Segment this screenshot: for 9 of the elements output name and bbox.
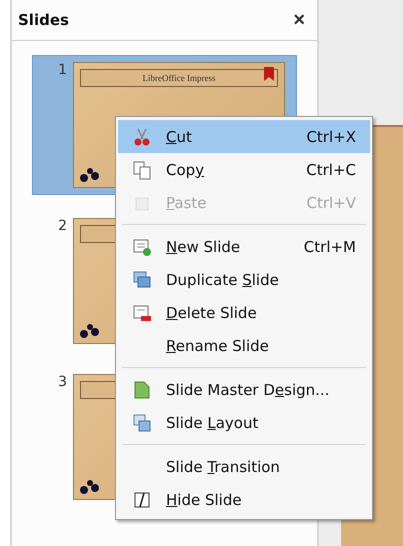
shortcut-label: Ctrl+C <box>306 160 357 178</box>
shortcut-label: Ctrl+X <box>306 128 357 146</box>
panel-title: Slides <box>18 11 69 29</box>
slide-title: LibreOffice Impress <box>142 73 216 83</box>
shortcut-label: Ctrl+M <box>304 238 357 256</box>
slide-number: 1 <box>57 62 67 80</box>
slide-number: 3 <box>57 374 67 392</box>
shortcut-label: Ctrl+V <box>306 194 357 212</box>
slide-number: 2 <box>57 218 67 236</box>
